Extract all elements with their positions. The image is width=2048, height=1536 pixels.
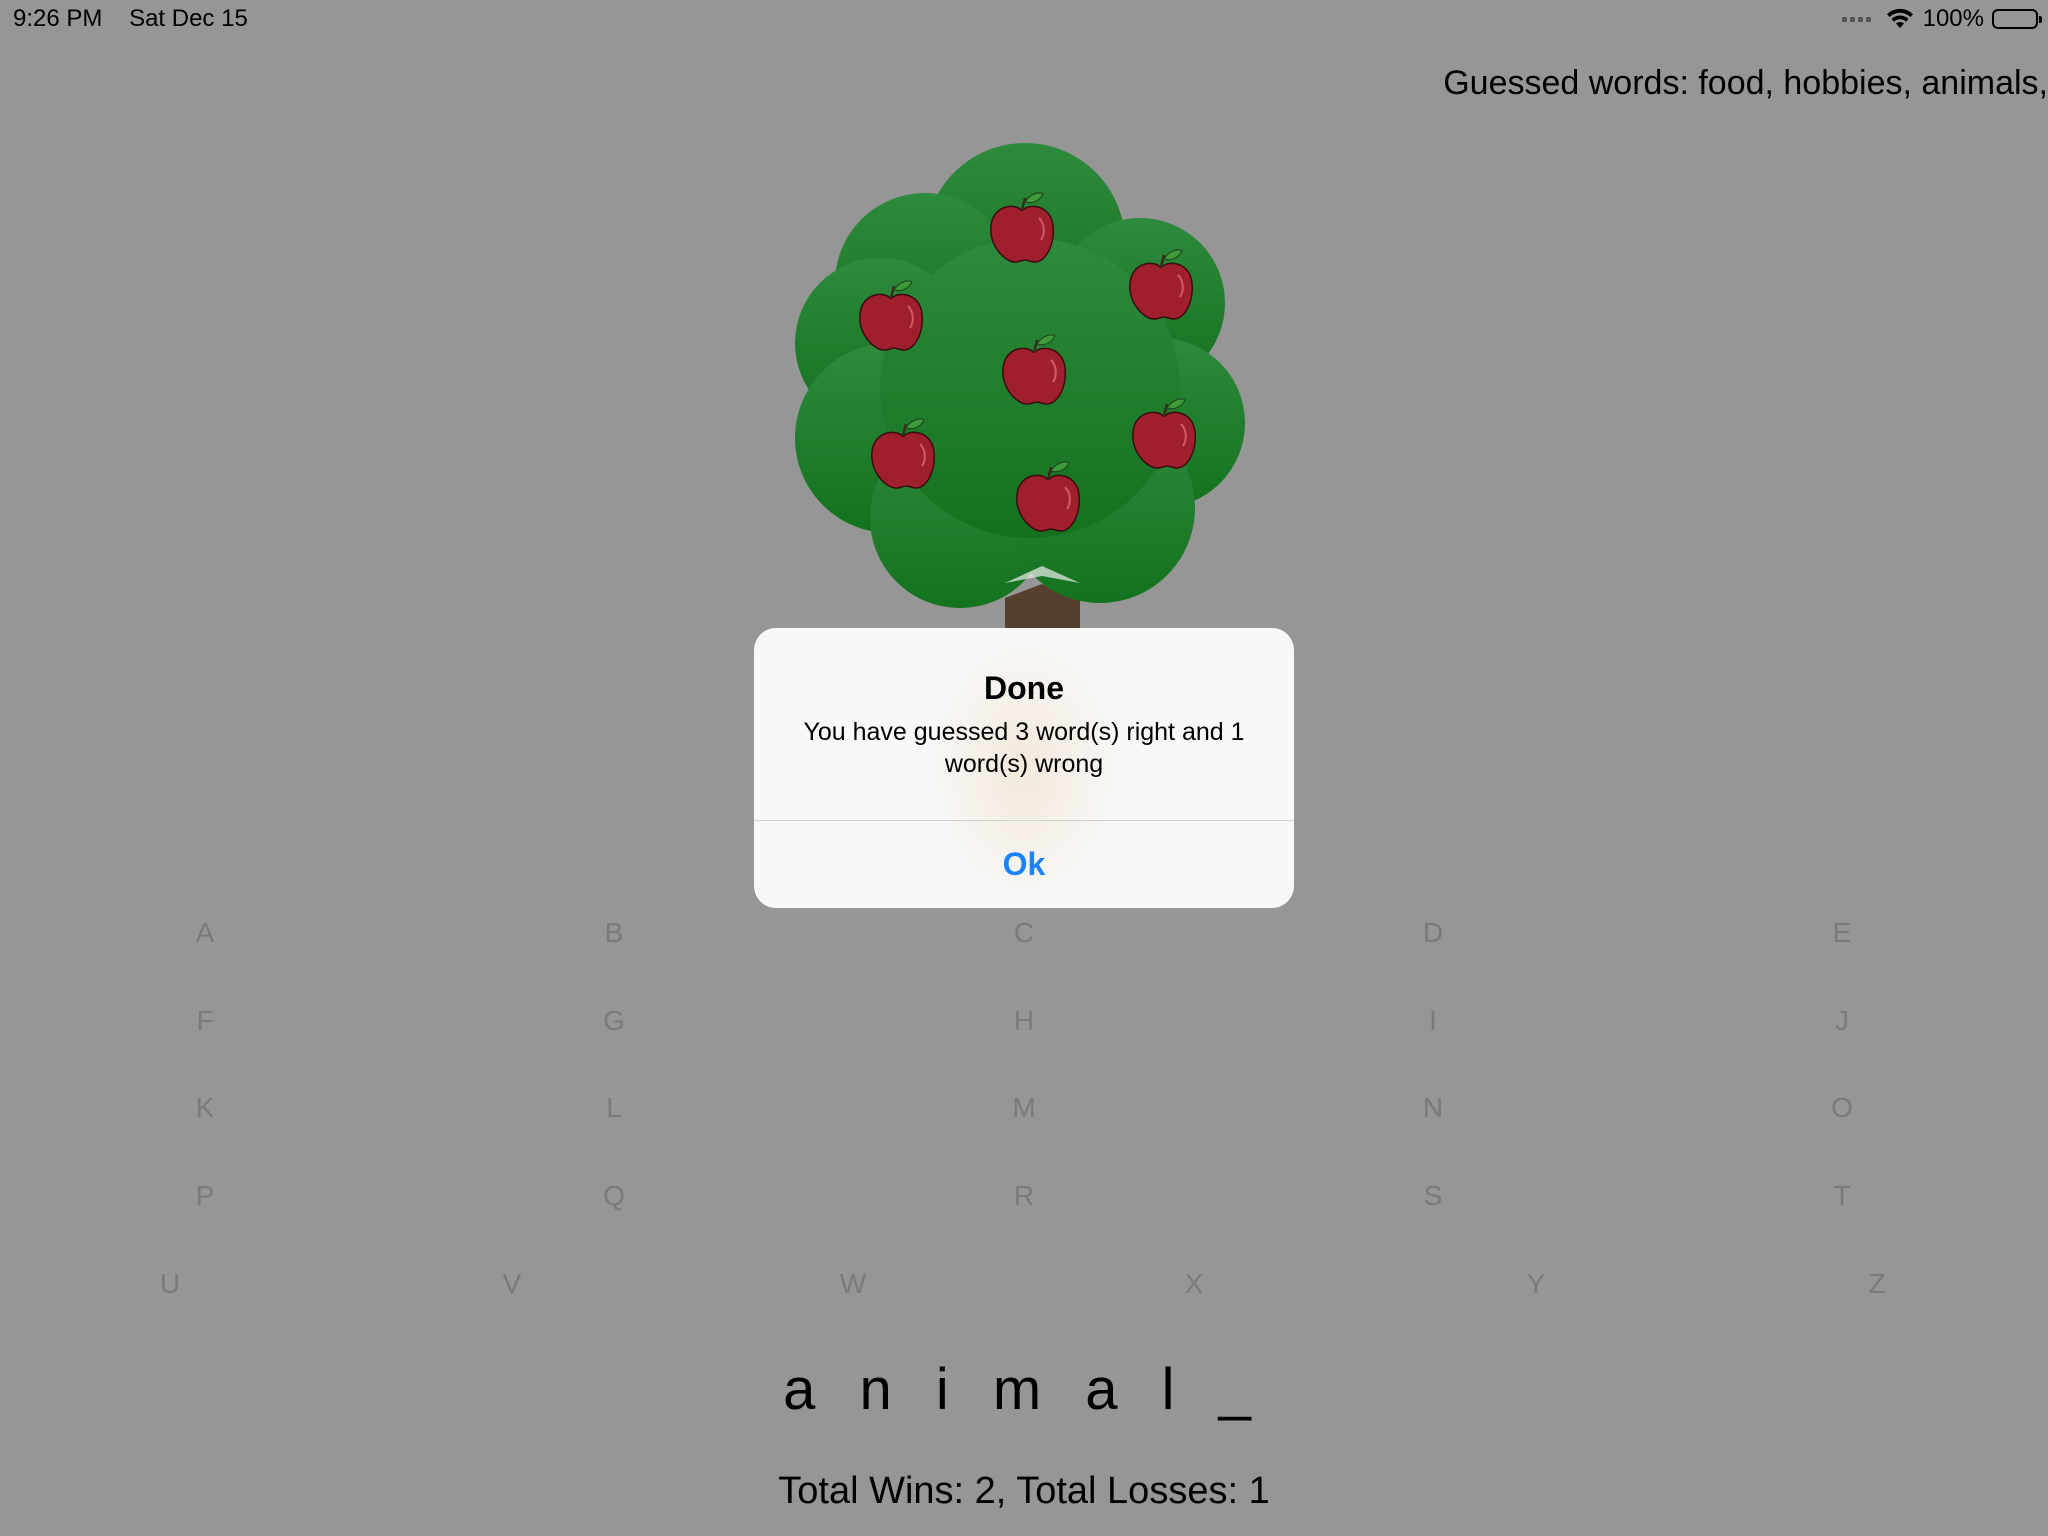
letter-button-q[interactable]: Q (574, 1182, 654, 1210)
word-display: a n i m a l _ (783, 1357, 1265, 1422)
alert-title: Done (984, 670, 1064, 706)
letter-button-v[interactable]: V (472, 1270, 552, 1298)
letter-button-d[interactable]: D (1393, 919, 1473, 947)
letter-button-o[interactable]: O (1802, 1094, 1882, 1122)
letter-button-m[interactable]: M (984, 1094, 1064, 1122)
letter-button-s[interactable]: S (1393, 1182, 1473, 1210)
letter-button-p[interactable]: P (165, 1182, 245, 1210)
letter-button-u[interactable]: U (130, 1270, 210, 1298)
letter-button-l[interactable]: L (574, 1094, 654, 1122)
letter-button-b[interactable]: B (574, 919, 654, 947)
letter-button-c[interactable]: C (984, 919, 1064, 947)
letter-button-x[interactable]: X (1154, 1270, 1234, 1298)
letter-button-z[interactable]: Z (1837, 1270, 1917, 1298)
letter-button-k[interactable]: K (165, 1094, 245, 1122)
letter-button-a[interactable]: A (165, 919, 245, 947)
letter-button-j[interactable]: J (1802, 1007, 1882, 1035)
letter-button-n[interactable]: N (1393, 1094, 1473, 1122)
letter-button-g[interactable]: G (574, 1007, 654, 1035)
letter-button-w[interactable]: W (813, 1270, 893, 1298)
alert-message: You have guessed 3 word(s) right and 1 w… (803, 718, 1245, 778)
letter-button-r[interactable]: R (984, 1182, 1064, 1210)
score-label: Total Wins: 2, Total Losses: 1 (778, 1470, 1270, 1512)
letter-button-t[interactable]: T (1802, 1182, 1882, 1210)
letter-button-e[interactable]: E (1802, 919, 1882, 947)
alert-dialog: Done You have guessed 3 word(s) right an… (754, 628, 1294, 908)
letter-button-y[interactable]: Y (1496, 1270, 1576, 1298)
letter-button-i[interactable]: I (1393, 1007, 1473, 1035)
ok-button[interactable]: Ok (754, 821, 1294, 908)
letter-button-f[interactable]: F (165, 1007, 245, 1035)
letter-button-h[interactable]: H (984, 1007, 1064, 1035)
